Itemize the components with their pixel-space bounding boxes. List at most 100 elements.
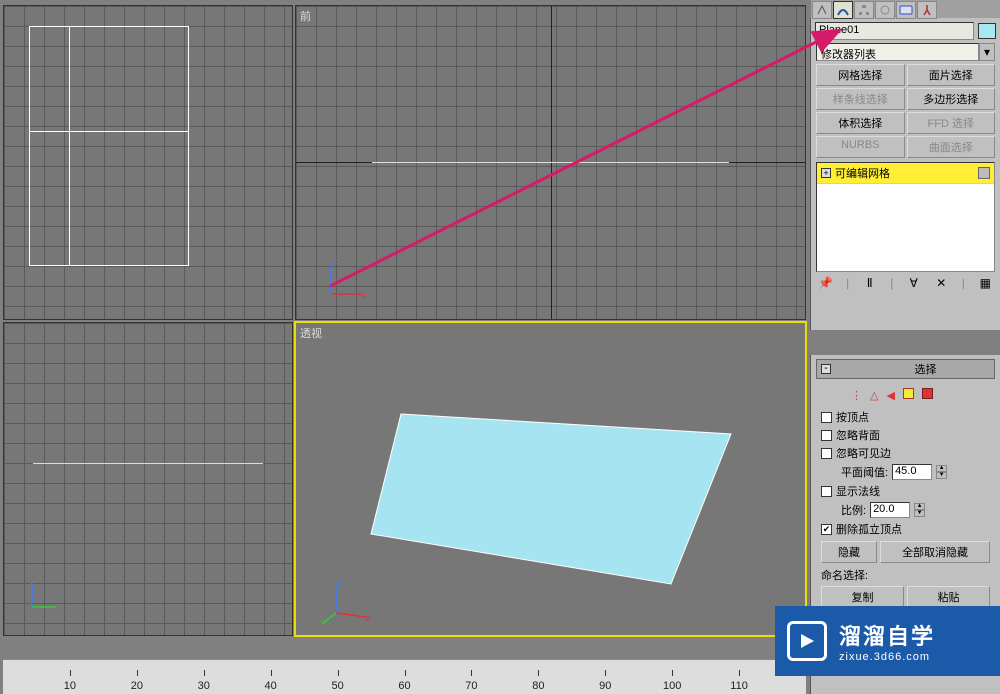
perspective-plane (341, 354, 761, 634)
make-unique-icon[interactable]: ∀ (907, 276, 921, 290)
ruler-tick (739, 670, 740, 676)
ruler-tick (672, 670, 673, 676)
ruler-tick (137, 670, 138, 676)
checkbox-icon[interactable] (821, 412, 832, 423)
ruler-tick (471, 670, 472, 676)
named-sel-label: 命名选择: (821, 567, 990, 583)
scale-row: 比例: 20.0 ▲ ▼ (821, 500, 990, 520)
expand-icon[interactable]: + (821, 168, 831, 178)
selection-rollout-body: ⋮ △ ◀ 按顶点 忽略背面 忽略可见边 平面阈值: 45.0 ▲ ▼ (811, 381, 1000, 631)
patch-select-button[interactable]: 面片选择 (907, 64, 996, 86)
spinner-down-icon[interactable]: ▼ (914, 510, 925, 517)
delete-iso-verts-label: 删除孤立顶点 (836, 521, 902, 537)
svg-text:y: y (321, 617, 326, 625)
safe-frame-v (69, 26, 70, 266)
delete-iso-verts-row[interactable]: ✔ 删除孤立顶点 (821, 520, 990, 538)
axis-gizmo (24, 575, 74, 625)
copy-paste-row: 复制 粘贴 (821, 586, 990, 608)
checkbox-icon[interactable] (821, 448, 832, 459)
command-panel: Plane01 修改器列表 ▾ 网格选择 面片选择 样条线选择 多边形选择 体积… (810, 18, 1000, 330)
spinner-up-icon[interactable]: ▲ (914, 503, 925, 510)
spinner-down-icon[interactable]: ▼ (936, 472, 947, 479)
ruler-tick (405, 670, 406, 676)
surface-select-button[interactable]: 曲面选择 (907, 136, 996, 158)
ruler-label: 10 (64, 680, 76, 692)
stack-item-label: 可编辑网格 (835, 165, 890, 181)
object-name-field[interactable]: Plane01 (815, 22, 974, 40)
hide-button[interactable]: 隐藏 (821, 541, 877, 563)
svg-text:x: x (361, 290, 366, 300)
face-level-icon[interactable]: ◀ (886, 389, 894, 402)
viewport-perspective[interactable]: 透视 z x y (295, 322, 806, 637)
configure-sets-icon[interactable]: ▦ (978, 276, 992, 290)
viewport-front[interactable]: 前 z x (295, 5, 806, 320)
show-normals-label: 显示法线 (836, 483, 880, 499)
remove-modifier-icon[interactable]: ✕ (934, 276, 948, 290)
viewport-left[interactable] (3, 322, 293, 637)
poly-select-button[interactable]: 多边形选择 (907, 88, 996, 110)
viewport-grid: 前 z x 透视 (3, 5, 806, 636)
plane-threshold-value[interactable]: 45.0 (892, 464, 932, 480)
play-icon (787, 621, 827, 661)
by-vertex-row[interactable]: 按顶点 (821, 408, 990, 426)
by-vertex-label: 按顶点 (836, 409, 869, 425)
time-ruler[interactable]: 102030405060708090100110 (3, 659, 806, 694)
ruler-label: 80 (532, 680, 544, 692)
side-plane-edge (33, 463, 263, 464)
paste-button[interactable]: 粘贴 (907, 586, 990, 608)
tab-display[interactable] (896, 1, 916, 19)
ignore-backface-row[interactable]: 忽略背面 (821, 426, 990, 444)
plane-threshold-row: 平面阈值: 45.0 ▲ ▼ (821, 462, 990, 482)
unhide-all-button[interactable]: 全部取消隐藏 (880, 541, 990, 563)
viewport-label-perspective: 透视 (300, 325, 322, 341)
ffd-select-button[interactable]: FFD 选择 (907, 112, 996, 134)
ruler-tick (70, 670, 71, 676)
ignore-visible-edge-label: 忽略可见边 (836, 445, 891, 461)
modifier-buttons-grid: 网格选择 面片选择 样条线选择 多边形选择 体积选择 FFD 选择 NURBS … (816, 64, 995, 158)
vertex-level-icon[interactable]: ⋮ (851, 389, 862, 402)
dropdown-arrow-icon[interactable]: ▾ (979, 43, 995, 61)
mesh-select-button[interactable]: 网格选择 (816, 64, 905, 86)
nurbs-button[interactable]: NURBS (816, 136, 905, 158)
pin-stack-icon[interactable]: 📌 (819, 276, 833, 290)
show-end-result-icon[interactable]: Ⅱ (863, 276, 877, 290)
ruler-label: 60 (398, 680, 410, 692)
copy-button[interactable]: 复制 (821, 586, 904, 608)
tab-modify[interactable] (833, 1, 853, 19)
ruler-label: 90 (599, 680, 611, 692)
modifier-stack[interactable]: + 可编辑网格 (816, 162, 995, 272)
watermark-title: 溜溜自学 (839, 619, 935, 651)
tab-motion[interactable] (875, 1, 895, 19)
vol-select-button[interactable]: 体积选择 (816, 112, 905, 134)
tab-utilities[interactable] (917, 1, 937, 19)
scale-value[interactable]: 20.0 (870, 502, 910, 518)
element-level-icon[interactable] (922, 388, 933, 402)
ignore-backface-label: 忽略背面 (836, 427, 880, 443)
checkbox-icon[interactable]: ✔ (821, 524, 832, 535)
modifier-list-dropdown[interactable]: 修改器列表 ▾ (816, 43, 995, 61)
selection-rollout-header[interactable]: - 选择 (816, 359, 995, 379)
spline-select-button[interactable]: 样条线选择 (816, 88, 905, 110)
show-normals-row[interactable]: 显示法线 (821, 482, 990, 500)
edge-level-icon[interactable]: △ (870, 389, 878, 402)
object-color-swatch[interactable] (978, 23, 996, 39)
spinner-up-icon[interactable]: ▲ (936, 465, 947, 472)
tab-hierarchy[interactable] (854, 1, 874, 19)
ruler-label: 100 (663, 680, 681, 692)
stack-toolbar: 📌 | Ⅱ | ∀ ✕ | ▦ (811, 272, 1000, 294)
checkbox-icon[interactable] (821, 486, 832, 497)
viewport-top[interactable] (3, 5, 293, 320)
stack-item-toggle[interactable] (978, 167, 990, 179)
polygon-level-icon[interactable] (903, 388, 914, 402)
rollout-title: 选择 (861, 361, 990, 377)
svg-text:z: z (333, 256, 338, 266)
ruler-tick (538, 670, 539, 676)
axis-gizmo: z x (321, 254, 371, 304)
tab-create[interactable] (812, 1, 832, 19)
collapse-icon[interactable]: - (821, 364, 831, 374)
checkbox-icon[interactable] (821, 430, 832, 441)
ignore-visible-edge-row[interactable]: 忽略可见边 (821, 444, 990, 462)
stack-item-editable-mesh[interactable]: + 可编辑网格 (817, 163, 994, 184)
ruler-label: 70 (465, 680, 477, 692)
plane-threshold-label: 平面阈值: (841, 464, 888, 480)
